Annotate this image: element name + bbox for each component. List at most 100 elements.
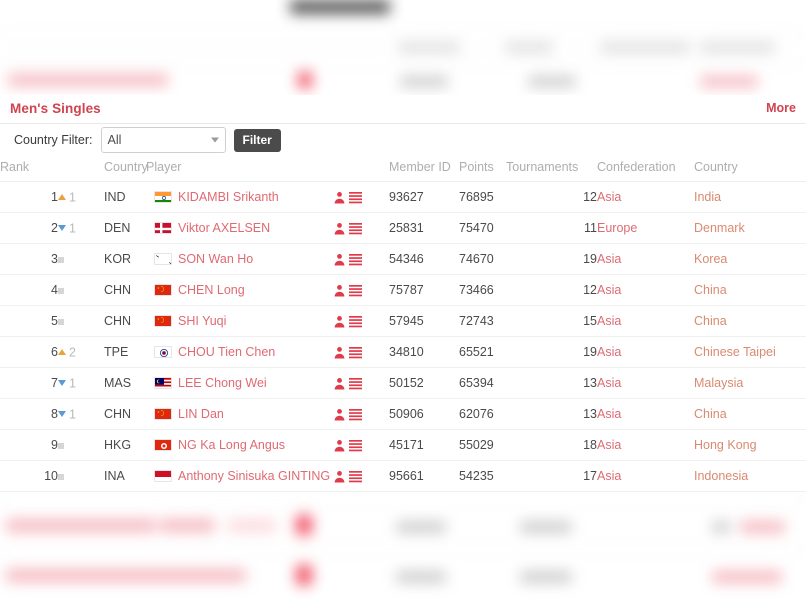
tournaments-value: 13 bbox=[506, 367, 597, 399]
player-name-link[interactable]: NG Ka Long Angus bbox=[178, 438, 285, 452]
list-lines-icon[interactable] bbox=[349, 346, 362, 359]
column-header-tournaments[interactable]: Tournaments bbox=[506, 156, 597, 182]
player-name-link[interactable]: LIN Dan bbox=[178, 407, 224, 421]
person-profile-icon[interactable] bbox=[333, 191, 346, 204]
person-profile-icon[interactable] bbox=[333, 439, 346, 452]
country-name-link[interactable]: India bbox=[694, 190, 721, 204]
list-lines-icon[interactable] bbox=[349, 315, 362, 328]
points-value: 65394 bbox=[459, 367, 506, 399]
player-name-link[interactable]: LEE Chong Wei bbox=[178, 376, 267, 390]
country-name-cell: Hong Kong bbox=[694, 429, 806, 461]
player-name-link[interactable]: SHI Yuqi bbox=[178, 314, 226, 328]
confederation-link[interactable]: Asia bbox=[597, 407, 621, 421]
column-header-player[interactable]: Player bbox=[146, 156, 331, 182]
member-id-value: 25831 bbox=[389, 212, 459, 244]
player-name-link[interactable]: KIDAMBI Srikanth bbox=[178, 190, 279, 204]
player-cell: CHEN Long bbox=[146, 274, 331, 306]
country-name-link[interactable]: China bbox=[694, 314, 727, 328]
table-row: 9 HKG NG Ka Long Angus 45171 55029 18 Asia Hong… bbox=[0, 429, 806, 461]
country-filter-label: Country Filter: bbox=[14, 133, 93, 147]
column-header-icons bbox=[331, 156, 389, 182]
row-action-icons bbox=[331, 212, 389, 244]
confederation-link[interactable]: Asia bbox=[597, 283, 621, 297]
rank-unchanged-icon bbox=[58, 287, 64, 294]
country-name-link[interactable]: Malaysia bbox=[694, 376, 743, 390]
person-profile-icon[interactable] bbox=[333, 470, 346, 483]
country-code: MAS bbox=[104, 367, 146, 399]
confederation-link[interactable]: Europe bbox=[597, 221, 637, 235]
list-lines-icon[interactable] bbox=[349, 470, 362, 483]
row-action-icons bbox=[331, 305, 389, 337]
country-name-link[interactable]: China bbox=[694, 283, 727, 297]
player-name-link[interactable]: Viktor AXELSEN bbox=[178, 221, 270, 235]
list-lines-icon[interactable] bbox=[349, 408, 362, 421]
list-lines-icon[interactable] bbox=[349, 253, 362, 266]
india-flag bbox=[154, 191, 172, 203]
country-name-link[interactable]: Korea bbox=[694, 252, 727, 266]
person-profile-icon[interactable] bbox=[333, 222, 346, 235]
column-header-member-id[interactable]: Member ID bbox=[389, 156, 459, 182]
column-header-country-name[interactable]: Country bbox=[694, 156, 806, 182]
list-lines-icon[interactable] bbox=[349, 284, 362, 297]
list-lines-icon[interactable] bbox=[349, 377, 362, 390]
table-row: 6 2 TPE CHOU Tien Chen 34810 65521 19 Asia Chine… bbox=[0, 336, 806, 368]
confederation-link[interactable]: Asia bbox=[597, 190, 621, 204]
person-profile-icon[interactable] bbox=[333, 253, 346, 266]
table-row: 2 1 DEN Viktor AXELSEN 25831 75470 11 Europe Den… bbox=[0, 212, 806, 244]
list-lines-icon[interactable] bbox=[349, 191, 362, 204]
person-profile-icon[interactable] bbox=[333, 408, 346, 421]
hong-kong-flag bbox=[154, 439, 172, 451]
list-lines-icon[interactable] bbox=[349, 222, 362, 235]
rank-number: 2 bbox=[0, 212, 58, 244]
rank-movement: 1 bbox=[58, 212, 104, 244]
confederation-link[interactable]: Asia bbox=[597, 469, 621, 483]
country-code: CHN bbox=[104, 274, 146, 306]
player-name-link[interactable]: Anthony Sinisuka GINTING bbox=[178, 469, 330, 483]
rank-unchanged-icon bbox=[58, 473, 64, 480]
player-cell: Anthony Sinisuka GINTING bbox=[146, 460, 331, 492]
rank-unchanged-icon bbox=[58, 256, 64, 263]
person-profile-icon[interactable] bbox=[333, 284, 346, 297]
player-cell: LIN Dan bbox=[146, 398, 331, 430]
country-name-link[interactable]: Denmark bbox=[694, 221, 745, 235]
confederation-link[interactable]: Asia bbox=[597, 438, 621, 452]
country-code: HKG bbox=[104, 429, 146, 461]
country-name-link[interactable]: China bbox=[694, 407, 727, 421]
list-lines-icon[interactable] bbox=[349, 439, 362, 452]
column-header-rank[interactable]: Rank bbox=[0, 156, 58, 182]
row-action-icons bbox=[331, 336, 389, 368]
person-profile-icon[interactable] bbox=[333, 346, 346, 359]
country-name-link[interactable]: Indonesia bbox=[694, 469, 748, 483]
country-code: CHN bbox=[104, 398, 146, 430]
column-header-confederation[interactable]: Confederation bbox=[597, 156, 694, 182]
country-name-link[interactable]: Hong Kong bbox=[694, 438, 757, 452]
rank-unchanged-icon bbox=[58, 442, 64, 449]
player-cell: LEE Chong Wei bbox=[146, 367, 331, 399]
country-name-cell: Denmark bbox=[694, 212, 806, 244]
column-header-points[interactable]: Points bbox=[459, 156, 506, 182]
confederation-link[interactable]: Asia bbox=[597, 314, 621, 328]
rank-movement bbox=[58, 460, 104, 492]
points-value: 72743 bbox=[459, 305, 506, 337]
confederation-cell: Europe bbox=[597, 212, 694, 244]
country-name-link[interactable]: Chinese Taipei bbox=[694, 345, 776, 359]
country-name-cell: India bbox=[694, 181, 806, 213]
country-filter-select[interactable]: All bbox=[100, 127, 226, 153]
player-name-link[interactable]: SON Wan Ho bbox=[178, 252, 253, 266]
points-value: 75470 bbox=[459, 212, 506, 244]
table-row: 8 1 CHN LIN Dan 50906 62076 13 Asia China bbox=[0, 398, 806, 430]
player-name-link[interactable]: CHEN Long bbox=[178, 283, 245, 297]
confederation-link[interactable]: Asia bbox=[597, 376, 621, 390]
person-profile-icon[interactable] bbox=[333, 377, 346, 390]
confederation-link[interactable]: Asia bbox=[597, 252, 621, 266]
table-body: 1 1 IND KIDAMBI Srikanth 93627 76895 12 Asia Ind… bbox=[0, 181, 806, 492]
column-header-country-code[interactable]: Country bbox=[104, 156, 148, 182]
tournaments-value: 13 bbox=[506, 398, 597, 430]
confederation-link[interactable]: Asia bbox=[597, 345, 621, 359]
player-name-link[interactable]: CHOU Tien Chen bbox=[178, 345, 275, 359]
mens-singles-ranking-panel: Men's Singles More Country Filter: All F… bbox=[0, 95, 806, 497]
filter-button[interactable]: Filter bbox=[233, 128, 281, 152]
person-profile-icon[interactable] bbox=[333, 315, 346, 328]
more-link[interactable]: More bbox=[766, 101, 796, 115]
country-name-cell: Indonesia bbox=[694, 460, 806, 492]
